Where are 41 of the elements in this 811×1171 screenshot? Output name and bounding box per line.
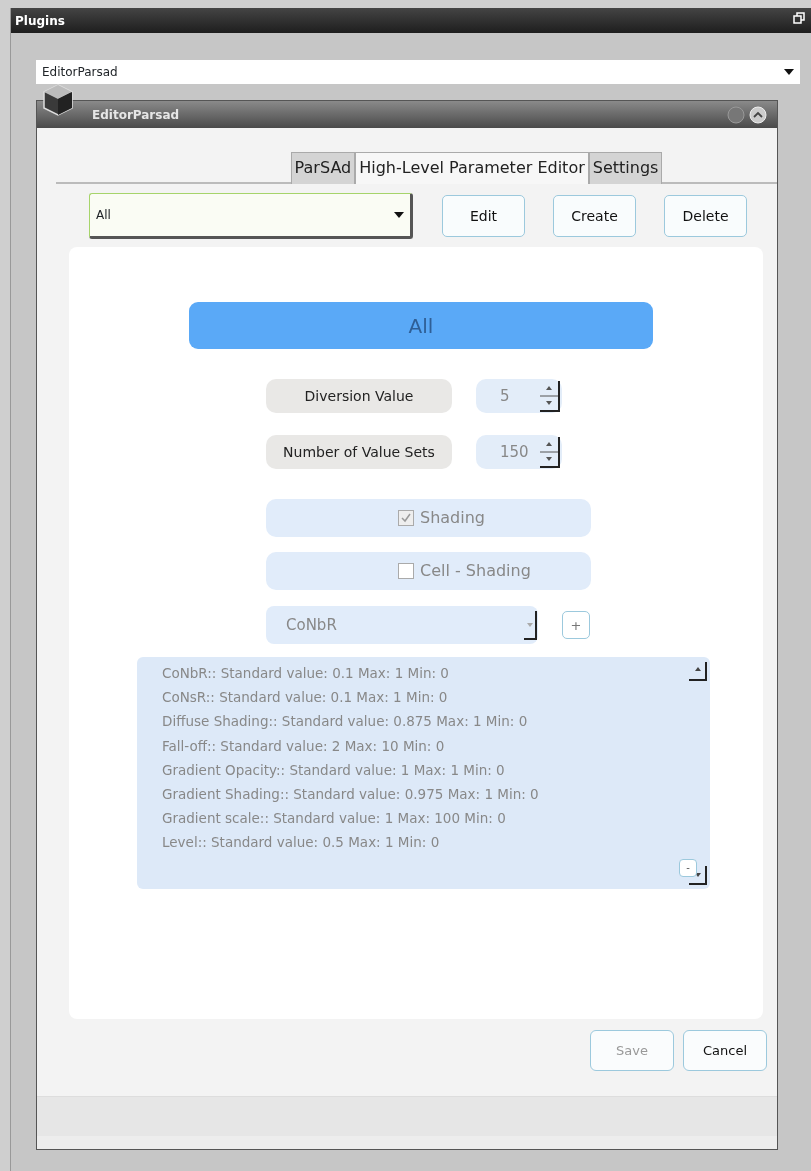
parameter-dropdown[interactable]: CoNbR xyxy=(266,606,538,644)
toolbar-button[interactable]: Delete xyxy=(664,195,747,237)
field-label: Diversion Value xyxy=(266,379,452,413)
add-button[interactable]: + xyxy=(562,611,590,639)
checkbox-row[interactable]: Shading xyxy=(266,499,591,537)
tab[interactable]: ParSAd xyxy=(290,152,356,184)
title-banner: All xyxy=(189,302,653,349)
dropdown-arrow-icon xyxy=(394,212,404,218)
list-item[interactable]: CoNsR:: Standard value: 0.1 Max: 1 Min: 0 xyxy=(162,685,710,710)
field-label: Number of Value Sets xyxy=(266,435,452,469)
list-item[interactable]: CoNbR:: Standard value: 0.1 Max: 1 Min: 0 xyxy=(162,661,710,686)
list-item[interactable]: Gradient Shading:: Standard value: 0.975 Max: 1 Min: 0 xyxy=(162,782,710,807)
collapse-icon[interactable] xyxy=(749,105,767,124)
dropdown-value: CoNbR xyxy=(286,614,337,636)
dialog-button[interactable]: Cancel xyxy=(683,1030,767,1071)
checkbox[interactable] xyxy=(398,510,414,526)
number-spinner[interactable]: 5 xyxy=(476,379,562,413)
toolbar-button[interactable]: Edit xyxy=(442,195,525,237)
plugin-dropdown[interactable]: EditorParsad xyxy=(36,60,800,84)
dropdown-arrow-icon xyxy=(784,69,794,75)
checkbox[interactable] xyxy=(398,563,414,579)
list-item[interactable]: Level:: Standard value: 0.5 Max: 1 Min: 0 xyxy=(162,830,710,855)
number-spinner[interactable]: 150 xyxy=(476,435,562,469)
restore-icon[interactable] xyxy=(793,12,805,24)
filter-dropdown[interactable]: All xyxy=(89,193,413,239)
scroll-down-icon[interactable] xyxy=(688,865,708,885)
list-item[interactable]: Gradient scale:: Standard value: 1 Max: 100 Min: 0 xyxy=(162,806,710,831)
dropdown-arrow-icon xyxy=(524,609,538,641)
toolbar-button[interactable]: Create xyxy=(553,195,636,237)
list-item[interactable]: Fall-off:: Standard value: 2 Max: 10 Min: 0 xyxy=(162,733,710,758)
dropdown-value: EditorParsad xyxy=(42,64,118,81)
scroll-up-icon[interactable] xyxy=(688,661,708,681)
dropdown-value: All xyxy=(96,207,111,224)
minus-button[interactable]: - xyxy=(679,859,697,877)
panel-title: Plugins xyxy=(15,13,65,30)
tab[interactable]: High-Level Parameter Editor xyxy=(355,152,589,184)
checkbox-row[interactable]: Cell - Shading xyxy=(266,552,591,590)
window-title: EditorParsad xyxy=(92,106,180,124)
list-item[interactable]: Gradient Opacity:: Standard value: 1 Max: 1 Min: 0 xyxy=(162,757,710,782)
list-item[interactable]: Diffuse Shading:: Standard value: 0.875 Max: 1 Min: 0 xyxy=(162,709,710,734)
tab[interactable]: Settings xyxy=(588,152,663,184)
